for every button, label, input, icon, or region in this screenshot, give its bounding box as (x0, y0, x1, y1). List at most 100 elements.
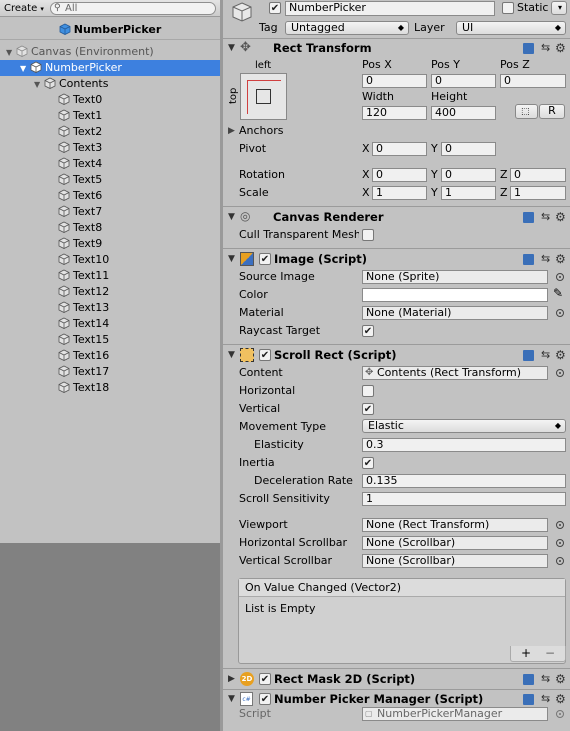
tag-dropdown[interactable]: Untagged ◆ (285, 21, 409, 35)
expand-arrow-icon[interactable]: ▼ (6, 45, 16, 61)
content-field[interactable]: ✥ Contents (Rect Transform) (362, 366, 548, 380)
object-picker-icon[interactable] (556, 369, 564, 377)
scroll-sensitivity-input[interactable]: 1 (362, 492, 566, 506)
viewport-field[interactable]: None (Rect Transform) (362, 518, 548, 532)
source-image-field[interactable]: None (Sprite) (362, 270, 548, 284)
hierarchy-item[interactable]: Text1 (0, 108, 220, 124)
width-input[interactable]: 120 (362, 106, 427, 120)
object-picker-icon[interactable] (556, 273, 564, 281)
hierarchy-search-input[interactable]: ⚲ All (50, 2, 216, 15)
expand-arrow-icon[interactable]: ▼ (34, 77, 44, 93)
hierarchy-item[interactable]: Text7 (0, 204, 220, 220)
horizontal-checkbox[interactable] (362, 385, 374, 397)
scale-x-input[interactable]: 1 (372, 186, 427, 200)
hierarchy-item[interactable]: Text9 (0, 236, 220, 252)
rect-transform-header[interactable]: ▼ ✥ Rect Transform ⇆ ⚙ (223, 40, 570, 58)
vertical-scrollbar-field[interactable]: None (Scrollbar) (362, 554, 548, 568)
remove-event-button[interactable]: − (545, 646, 555, 661)
hierarchy-item[interactable]: Text6 (0, 188, 220, 204)
hierarchy-item[interactable]: ▼ Canvas (Environment) (0, 44, 220, 60)
add-event-button[interactable]: + (521, 646, 531, 661)
inertia-checkbox[interactable] (362, 457, 374, 469)
horizontal-scrollbar-field[interactable]: None (Scrollbar) (362, 536, 548, 550)
material-field[interactable]: None (Material) (362, 306, 548, 320)
hierarchy-item[interactable]: Text0 (0, 92, 220, 108)
hierarchy-item[interactable]: Text11 (0, 268, 220, 284)
hierarchy-item[interactable]: Text14 (0, 316, 220, 332)
pivot-y-input[interactable]: 0 (441, 142, 496, 156)
cull-transparent-checkbox[interactable] (362, 229, 374, 241)
preset-icon[interactable]: ⇆ (541, 253, 550, 265)
expand-icon[interactable]: ▶ (228, 124, 235, 138)
static-dropdown[interactable]: ▾ (551, 1, 567, 15)
blueprint-mode-button[interactable]: ⬚ (515, 104, 538, 119)
image-enabled-checkbox[interactable] (259, 253, 271, 265)
active-checkbox[interactable] (269, 2, 281, 14)
canvas-renderer-header[interactable]: ▼ ◎ Canvas Renderer ⇆ ⚙ (223, 209, 570, 227)
expand-arrow-icon[interactable]: ▼ (20, 61, 30, 77)
hierarchy-item[interactable]: Text10 (0, 252, 220, 268)
elasticity-input[interactable]: 0.3 (362, 438, 566, 452)
number-picker-enabled-checkbox[interactable] (259, 693, 271, 705)
rot-y-input[interactable]: 0 (441, 168, 496, 182)
hierarchy-item[interactable]: Text3 (0, 140, 220, 156)
gear-icon[interactable]: ⚙ (555, 210, 566, 224)
object-name-input[interactable]: NumberPicker (285, 1, 495, 16)
scale-z-input[interactable]: 1 (510, 186, 566, 200)
help-book-icon[interactable] (523, 254, 534, 265)
preset-icon[interactable]: ⇆ (541, 42, 550, 54)
hierarchy-item[interactable]: Text4 (0, 156, 220, 172)
static-checkbox[interactable] (502, 2, 514, 14)
raw-edit-button[interactable]: R (539, 104, 565, 119)
anchor-presets-button[interactable] (240, 73, 287, 120)
rot-z-input[interactable]: 0 (510, 168, 566, 182)
raycast-target-checkbox[interactable] (362, 325, 374, 337)
object-picker-icon[interactable] (556, 539, 564, 547)
help-book-icon[interactable] (523, 694, 534, 705)
gear-icon[interactable]: ⚙ (555, 41, 566, 55)
gear-icon[interactable]: ⚙ (555, 672, 566, 686)
object-picker-icon[interactable] (556, 557, 564, 565)
rect-mask-header[interactable]: ▶ 2D Rect Mask 2D (Script) ⇆ ⚙ (223, 671, 570, 689)
movement-type-dropdown[interactable]: Elastic ◆ (362, 419, 566, 433)
preset-icon[interactable]: ⇆ (541, 349, 550, 361)
layer-dropdown[interactable]: UI ◆ (456, 21, 566, 35)
hierarchy-item[interactable]: Text15 (0, 332, 220, 348)
gear-icon[interactable]: ⚙ (555, 348, 566, 362)
object-picker-icon[interactable] (556, 309, 564, 317)
hierarchy-item[interactable]: ▼ Contents (0, 76, 220, 92)
scroll-rect-header[interactable]: ▼ Scroll Rect (Script) ⇆ ⚙ (223, 347, 570, 365)
hierarchy-item[interactable]: ▼ NumberPicker (0, 60, 220, 76)
hierarchy-item[interactable]: Text13 (0, 300, 220, 316)
hierarchy-item[interactable]: Text2 (0, 124, 220, 140)
hierarchy-item[interactable]: Text17 (0, 364, 220, 380)
scale-y-input[interactable]: 1 (441, 186, 496, 200)
preset-icon[interactable]: ⇆ (541, 693, 550, 705)
preset-icon[interactable]: ⇆ (541, 211, 550, 223)
hierarchy-item[interactable]: Text18 (0, 380, 220, 396)
hierarchy-item[interactable]: Text12 (0, 284, 220, 300)
object-picker-icon[interactable] (556, 521, 564, 529)
pivot-x-input[interactable]: 0 (372, 142, 427, 156)
rot-x-input[interactable]: 0 (372, 168, 427, 182)
eyedropper-icon[interactable]: ✎ (553, 286, 563, 300)
help-book-icon[interactable] (523, 43, 534, 54)
scene-title[interactable]: NumberPicker (0, 20, 220, 40)
pos-z-input[interactable]: 0 (500, 74, 566, 88)
height-input[interactable]: 400 (431, 106, 496, 120)
anchors-label[interactable]: Anchors (239, 124, 284, 138)
help-book-icon[interactable] (523, 674, 534, 685)
gear-icon[interactable]: ⚙ (555, 692, 566, 706)
pos-y-input[interactable]: 0 (431, 74, 496, 88)
hierarchy-item[interactable]: Text8 (0, 220, 220, 236)
create-button[interactable]: Create ▾ (2, 2, 46, 15)
help-book-icon[interactable] (523, 350, 534, 361)
gear-icon[interactable]: ⚙ (555, 252, 566, 266)
deceleration-rate-input[interactable]: 0.135 (362, 474, 566, 488)
vertical-checkbox[interactable] (362, 403, 374, 415)
pos-x-input[interactable]: 0 (362, 74, 427, 88)
preset-icon[interactable]: ⇆ (541, 673, 550, 685)
image-header[interactable]: ▼ Image (Script) ⇆ ⚙ (223, 251, 570, 269)
scroll-rect-enabled-checkbox[interactable] (259, 349, 271, 361)
hierarchy-item[interactable]: Text16 (0, 348, 220, 364)
